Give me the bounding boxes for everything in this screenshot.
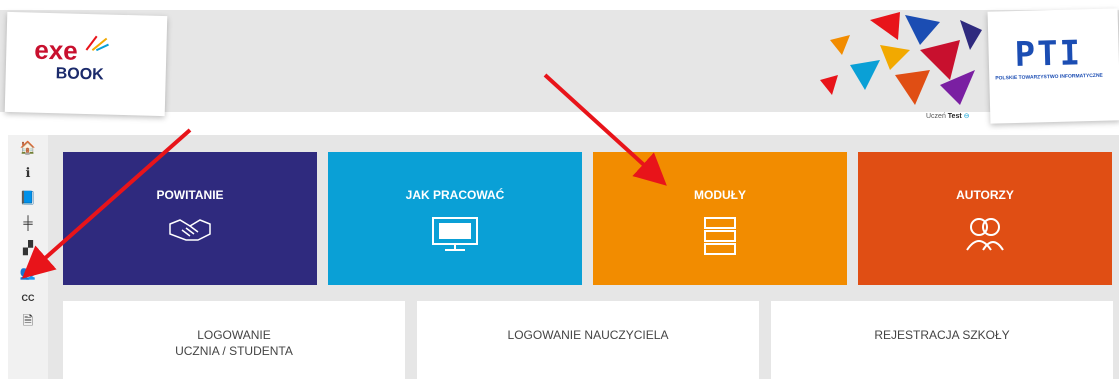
confetti-decoration (820, 12, 982, 105)
tile-jak-pracowac[interactable]: JAK PRACOWAĆ (328, 152, 582, 285)
logo-bottom-text: BOOK (55, 65, 104, 84)
logo-top-text: exe (33, 34, 79, 66)
tile-autorzy-label: AUTORZY (956, 188, 1014, 202)
student-login-button[interactable]: LOGOWANIE UCZNIA / STUDENTA (63, 301, 405, 379)
teacher-login-label: LOGOWANIE NAUCZYCIELA (507, 328, 669, 342)
authors-icon (858, 216, 1112, 252)
handshake-icon (63, 216, 317, 244)
tile-moduly[interactable]: MODUŁY (593, 152, 847, 285)
monitor-exebook-icon (328, 216, 582, 252)
user-role: Uczeń (926, 113, 946, 120)
tile-autorzy[interactable]: AUTORZY (858, 152, 1112, 285)
home-icon[interactable]: 🏠 (8, 135, 48, 160)
pti-caption: POLSKIE TOWARZYSTWO INFORMATYCZNE (995, 72, 1103, 82)
user-name: Test (947, 113, 962, 120)
school-register-label: REJESTRACJA SZKOŁY (874, 328, 1010, 342)
exebook-logo[interactable]: exe BOOK (4, 11, 168, 117)
teacher-login-button[interactable]: LOGOWANIE NAUCZYCIELA (417, 301, 759, 379)
user-indicator[interactable]: Uczeń Test ⊖ (926, 112, 970, 120)
page-header: exe BOOK PTI POLSKIE TOWARZYSTWO INFORMA… (0, 0, 1119, 124)
info-icon[interactable]: ℹ (8, 160, 48, 185)
logout-icon[interactable]: ⊖ (964, 113, 970, 120)
signpost-icon[interactable]: ╪ (8, 210, 48, 235)
student-login-line1: LOGOWANIE (197, 328, 271, 342)
file-icon[interactable]: 🗎 (8, 310, 48, 335)
school-register-button[interactable]: REJESTRACJA SZKOŁY (771, 301, 1113, 379)
tile-powitanie[interactable]: POWITANIE (63, 152, 317, 285)
cc-icon[interactable]: CC (8, 285, 48, 310)
pti-logo[interactable]: PTI POLSKIE TOWARZYSTWO INFORMATYCZNE (987, 8, 1119, 124)
sidebar: 🏠 ℹ 📘 ╪ ▞ 👥 CC 🗎 (8, 135, 48, 379)
main-content: POWITANIE JAK PRACOWAĆ MODUŁY AUTORZY LO… (48, 135, 1119, 379)
tile-moduly-label: MODUŁY (694, 188, 746, 202)
student-login-line2: UCZNIA / STUDENTA (175, 344, 293, 358)
book-icon[interactable]: 📘 (8, 185, 48, 210)
sitemap-icon[interactable]: ▞ (8, 235, 48, 260)
stack-icon (593, 216, 847, 256)
logo-book-pages-icon (85, 35, 109, 52)
users-icon[interactable]: 👥 (8, 260, 48, 285)
tile-powitanie-label: POWITANIE (156, 188, 224, 202)
tile-jak-pracowac-label: JAK PRACOWAĆ (405, 188, 505, 202)
pti-logo-text: PTI (1014, 33, 1083, 76)
